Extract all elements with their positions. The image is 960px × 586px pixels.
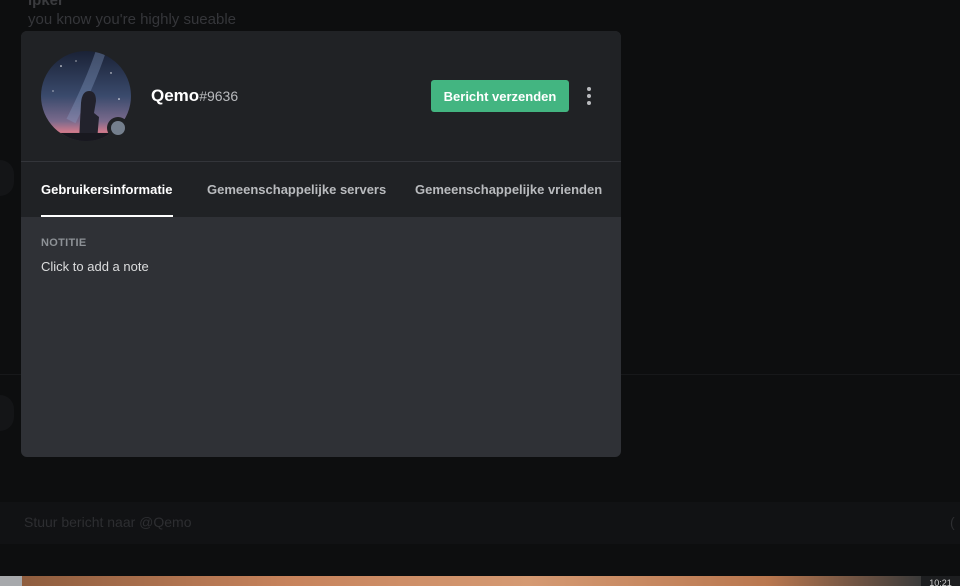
message-text: you know you're highly sueable xyxy=(28,11,236,28)
tab-mutual-servers[interactable]: Gemeenschappelijke servers xyxy=(207,162,386,217)
taskbar-clock: 10:21 xyxy=(921,576,960,586)
avatar-container xyxy=(41,51,131,141)
message-author: ipker xyxy=(28,0,64,9)
tab-user-info[interactable]: Gebruikersinformatie xyxy=(41,162,173,217)
message-input-tail: ( xyxy=(950,514,955,530)
tab-mutual-friends[interactable]: Gemeenschappelijke vrienden xyxy=(415,162,602,217)
start-button[interactable] xyxy=(0,576,22,586)
taskbar xyxy=(0,576,960,586)
profile-username: Qemo#9636 xyxy=(151,86,238,106)
status-offline-icon xyxy=(107,117,129,139)
note-label: NOTITIE xyxy=(41,237,87,249)
note-input[interactable]: Click to add a note xyxy=(41,259,601,279)
message-input-placeholder: Stuur bericht naar @Qemo xyxy=(24,514,192,530)
more-vertical-icon[interactable] xyxy=(579,85,599,107)
user-profile-modal: Qemo#9636 Bericht verzenden Gebruikersin… xyxy=(21,31,621,457)
username-text: Qemo xyxy=(151,86,200,105)
profile-tabs: Gebruikersinformatie Gemeenschappelijke … xyxy=(21,161,621,217)
send-message-button[interactable]: Bericht verzenden xyxy=(431,80,569,112)
discriminator: #9636 xyxy=(199,88,239,104)
profile-header: Qemo#9636 Bericht verzenden xyxy=(21,31,621,161)
